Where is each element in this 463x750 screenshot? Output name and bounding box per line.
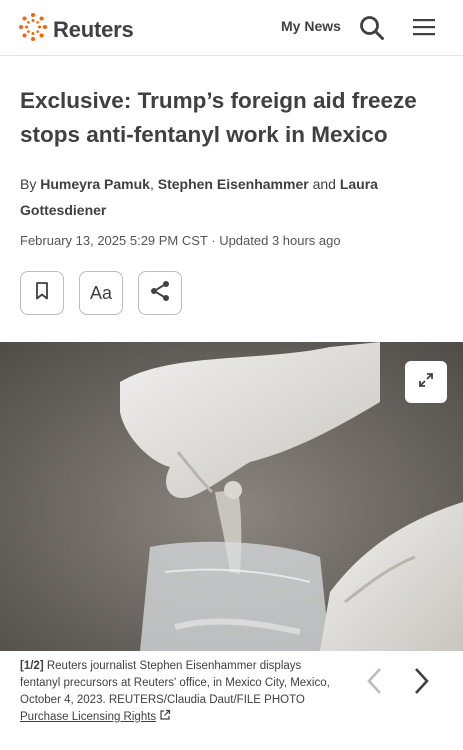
expand-icon (416, 370, 436, 395)
photo-caption: [1/2] Reuters journalist Stephen Eisenha… (20, 658, 340, 726)
author-link[interactable]: Stephen Eisenhammer (158, 176, 309, 192)
font-size-button[interactable]: Aa (79, 271, 123, 315)
author-link[interactable]: Humeyra Pamuk (40, 176, 150, 192)
caption-text: Reuters journalist Stephen Eisenhammer d… (20, 660, 330, 706)
license-link[interactable]: Purchase Licensing Rights (20, 711, 156, 723)
dateline: February 13, 2025 5:29 PM CST · Updated … (20, 233, 341, 248)
next-arrow-icon[interactable] (412, 666, 432, 701)
search-icon[interactable] (359, 15, 385, 46)
share-button[interactable] (138, 271, 182, 315)
photo-illustration (0, 342, 463, 651)
article-headline: Exclusive: Trump’s foreign aid freeze st… (20, 88, 417, 147)
byline-separator: , (149, 176, 154, 192)
site-header: Reuters My News (0, 0, 463, 56)
photo-counter: [1/2] (20, 660, 44, 672)
expand-button[interactable] (405, 361, 447, 403)
hamburger-menu-icon[interactable] (413, 18, 435, 41)
reuters-logo-icon (18, 12, 48, 47)
share-icon (148, 279, 172, 308)
article-photo[interactable] (0, 342, 463, 651)
byline-and: and (312, 176, 336, 192)
reuters-logo[interactable]: Reuters (18, 12, 134, 47)
prev-arrow-icon[interactable] (364, 666, 384, 701)
bookmark-icon (35, 281, 49, 305)
byline: By Humeyra Pamuk, Stephen Eisenhammer an… (20, 171, 440, 223)
bookmark-button[interactable] (20, 271, 64, 315)
logo-text: Reuters (53, 16, 134, 42)
my-news-link[interactable]: My News (281, 18, 341, 34)
external-link-icon[interactable] (159, 709, 171, 723)
font-size-label: Aa (89, 282, 113, 303)
byline-prefix: By (20, 176, 37, 192)
